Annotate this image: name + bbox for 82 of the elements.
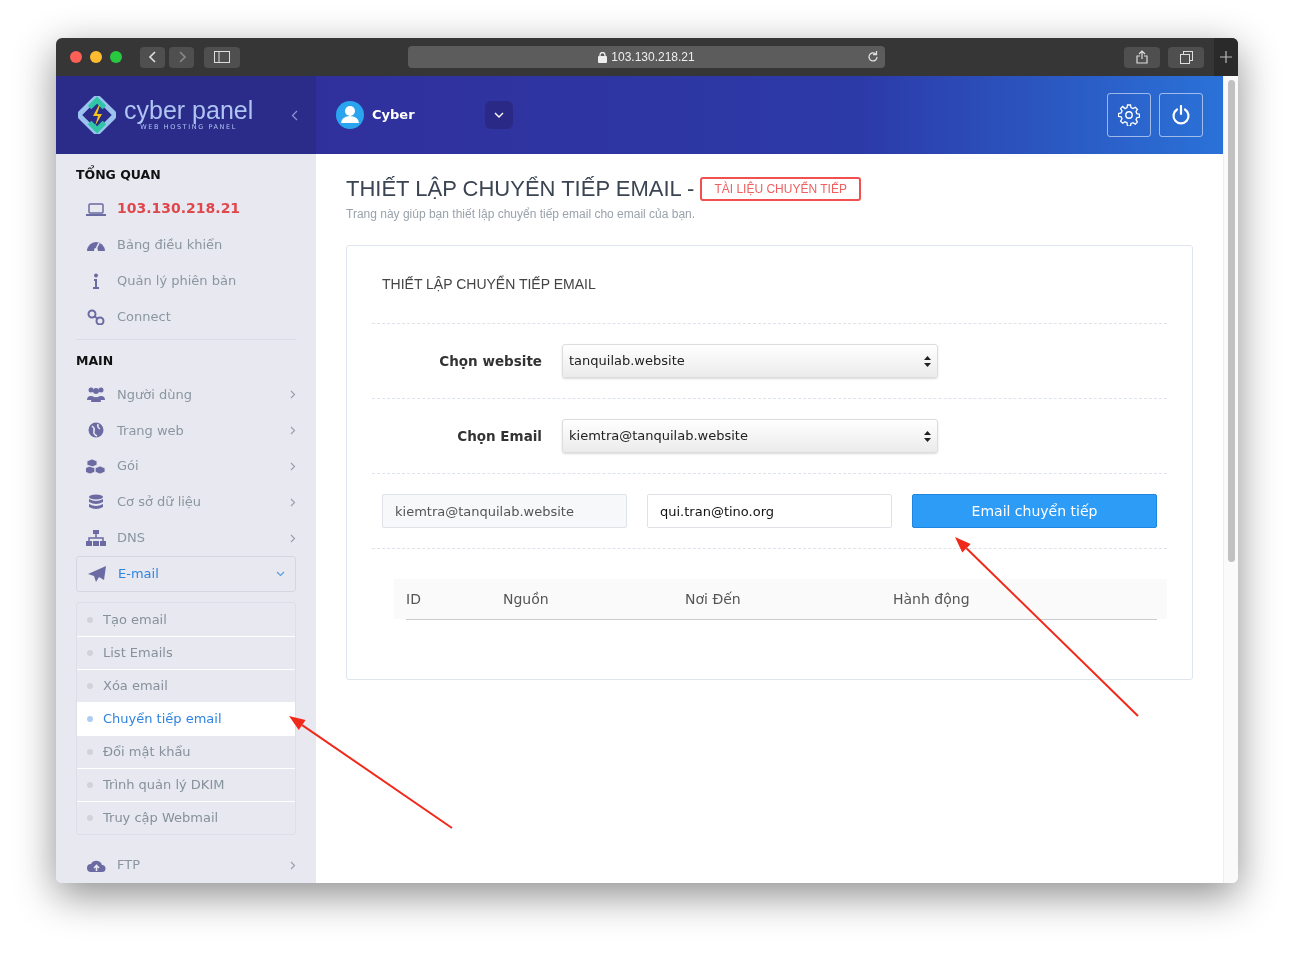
url-text[interactable]: 103.130.218.21 <box>611 48 695 66</box>
lock-icon <box>598 51 608 63</box>
chevron-right-icon <box>290 497 296 507</box>
updown-icon <box>924 430 931 442</box>
sidebar-item[interactable]: Connect <box>56 298 316 335</box>
docs-link[interactable]: TÀI LIỆU CHUYỂN TIẾP <box>700 176 861 201</box>
users-icon <box>86 386 106 403</box>
logo-icon <box>78 95 116 134</box>
sidebar-item[interactable]: Cơ sở dữ liệu <box>56 484 316 521</box>
forward-button[interactable]: Email chuyển tiếp <box>912 494 1157 528</box>
sidebar-toggle-button[interactable] <box>204 46 240 68</box>
table-header: Hành động <box>893 589 971 609</box>
sitemap-icon <box>86 530 106 547</box>
chevron-down-icon <box>276 571 285 578</box>
dropdown-button[interactable] <box>484 101 513 129</box>
sidebar-item[interactable]: 103.130.218.21 <box>56 190 316 227</box>
settings-button[interactable] <box>1107 93 1151 137</box>
link-icon <box>86 308 106 325</box>
sidebar-item[interactable]: Gói <box>56 448 316 485</box>
power-button[interactable] <box>1159 93 1203 137</box>
scrollbar[interactable] <box>1223 76 1238 883</box>
globe-icon <box>86 422 106 439</box>
close-button[interactable] <box>70 51 82 63</box>
section-heading: TỔNG QUAN <box>75 164 162 184</box>
chevron-right-icon <box>290 461 296 471</box>
submenu-item[interactable]: Đổi mật khẩu <box>77 735 295 769</box>
tabs-button[interactable] <box>1168 46 1204 68</box>
chevron-right-icon <box>290 533 296 543</box>
reload-icon[interactable] <box>867 51 879 63</box>
brand-name: cyber panel <box>124 97 254 123</box>
sidebar-item[interactable]: FTP <box>56 847 316 883</box>
submenu-item[interactable]: Chuyển tiếp email <box>77 702 295 736</box>
power-icon <box>1171 105 1191 125</box>
back-button[interactable] <box>140 46 165 68</box>
maximize-button[interactable] <box>110 51 122 63</box>
table-header: Nơi Đến <box>685 589 742 609</box>
chevron-left-icon <box>148 51 157 63</box>
scrollbar-thumb[interactable] <box>1228 80 1235 562</box>
chevron-right-icon <box>290 425 296 435</box>
share-button[interactable] <box>1124 46 1160 68</box>
user-name[interactable]: Cyber <box>372 105 415 125</box>
submenu-item[interactable]: Trình quản lý DKIM <box>77 768 295 802</box>
minimize-button[interactable] <box>90 51 102 63</box>
submenu-item[interactable]: Tạo email <box>77 603 295 637</box>
input-field[interactable]: kiemtra@tanquilab.website <box>382 494 627 528</box>
card-heading: THIẾT LẬP CHUYỂN TIẾP EMAIL <box>381 274 597 294</box>
database-icon <box>86 494 106 511</box>
tabs-icon <box>1179 50 1193 64</box>
table-header: ID <box>406 589 422 609</box>
sidebar-icon <box>214 51 230 63</box>
select-field[interactable]: kiemtra@tanquilab.website <box>562 419 938 453</box>
paper-plane-icon <box>87 566 107 583</box>
submenu-item[interactable]: List Emails <box>77 636 295 670</box>
avatar-icon <box>336 101 364 129</box>
sidebar-item[interactable]: DNS <box>56 520 316 557</box>
select-field[interactable]: tanquilab.website <box>562 344 938 378</box>
chevron-right-icon <box>177 51 186 63</box>
updown-icon <box>924 355 931 367</box>
page-title: THIẾT LẬP CHUYỂN TIẾP EMAIL - <box>346 175 695 203</box>
chevron-down-icon <box>493 112 504 118</box>
sidebar-item[interactable]: E-mail <box>76 556 296 593</box>
sidebar-item[interactable]: Bảng điều khiển <box>56 226 316 263</box>
field-label: Chọn website <box>438 351 543 371</box>
field-label: Chọn Email <box>456 426 543 446</box>
submenu-item[interactable]: Truy cập Webmail <box>77 801 295 835</box>
sidebar-item[interactable]: Người dùng <box>56 376 316 413</box>
chevron-right-icon <box>290 389 296 399</box>
chevron-left-icon[interactable] <box>291 110 298 121</box>
laptop-icon <box>86 200 106 217</box>
new-tab-button[interactable] <box>1214 38 1238 76</box>
plus-icon <box>1220 51 1232 63</box>
cubes-icon <box>86 458 106 475</box>
settings-icon <box>1118 104 1140 126</box>
chevron-right-icon <box>290 860 296 870</box>
page-subtitle: Trang này giúp bạn thiết lập chuyển tiếp email cho email của bạn. <box>346 206 697 223</box>
input-field[interactable]: qui.tran@tino.org <box>647 494 892 528</box>
section-heading: MAIN <box>75 351 115 370</box>
sidebar-item[interactable]: Quản lý phiên bản <box>56 262 316 299</box>
forward-button[interactable] <box>169 46 194 68</box>
sidebar-item[interactable]: Trang web <box>56 412 316 449</box>
share-icon <box>1136 50 1148 64</box>
table-header: Nguồn <box>503 589 550 609</box>
